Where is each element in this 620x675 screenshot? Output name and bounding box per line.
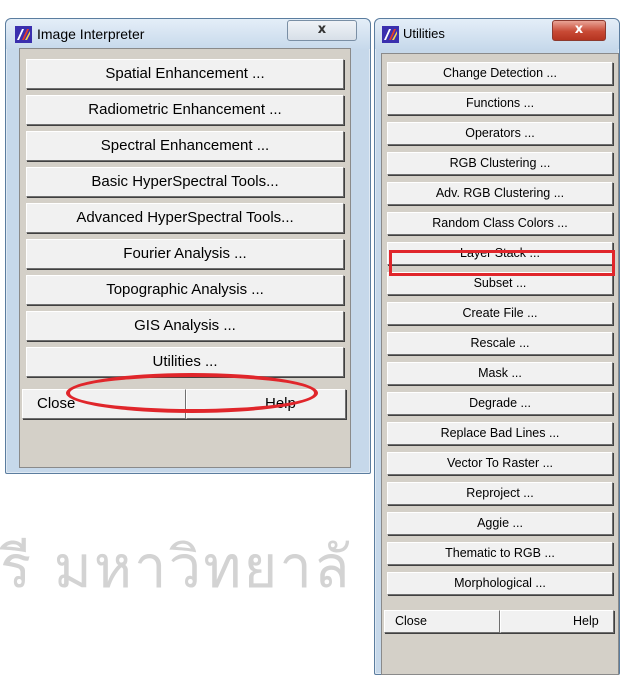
fourier-analysis-button[interactable]: Fourier Analysis ... [26, 239, 344, 269]
topographic-analysis-button[interactable]: Topographic Analysis ... [26, 275, 344, 305]
utilities-window: Utilities x Change Detection ... Functio… [374, 18, 620, 675]
utilities-titlebar[interactable]: Utilities x [375, 19, 619, 49]
radiometric-enhancement-button[interactable]: Radiometric Enhancement ... [26, 95, 344, 125]
replace-bad-lines-button[interactable]: Replace Bad Lines ... [387, 422, 613, 445]
spatial-enhancement-button[interactable]: Spatial Enhancement ... [26, 59, 344, 89]
aggie-button[interactable]: Aggie ... [387, 512, 613, 535]
subset-button[interactable]: Subset ... [387, 272, 613, 295]
create-file-button[interactable]: Create File ... [387, 302, 613, 325]
gis-analysis-button[interactable]: GIS Analysis ... [26, 311, 344, 341]
erdas-imagine-icon [382, 26, 399, 43]
image-interpreter-window: Image Interpreter x Spatial Enhancement … [5, 18, 371, 474]
morphological-button[interactable]: Morphological ... [387, 572, 613, 595]
advanced-hyperspectral-tools-button[interactable]: Advanced HyperSpectral Tools... [26, 203, 344, 233]
utilities-panel: Change Detection ... Functions ... Opera… [381, 53, 619, 675]
help-button-label: Help [573, 614, 599, 628]
help-button[interactable]: Help [186, 389, 346, 419]
help-button[interactable]: Help [500, 610, 614, 633]
random-class-colors-button[interactable]: Random Class Colors ... [387, 212, 613, 235]
erdas-imagine-icon [15, 26, 32, 43]
window-title: Utilities [403, 26, 445, 41]
degrade-button[interactable]: Degrade ... [387, 392, 613, 415]
close-button-label: Close [395, 614, 427, 628]
background-watermark-text: รี มหาวิทยาลั [0, 533, 352, 590]
utilities-button[interactable]: Utilities ... [26, 347, 344, 377]
close-window-button[interactable]: x [552, 20, 606, 41]
close-window-button[interactable]: x [287, 20, 357, 41]
close-button[interactable]: Close [384, 610, 500, 633]
help-button-label: Help [265, 395, 296, 412]
spectral-enhancement-button[interactable]: Spectral Enhancement ... [26, 131, 344, 161]
close-button[interactable]: Close [22, 389, 186, 419]
change-detection-button[interactable]: Change Detection ... [387, 62, 613, 85]
operators-button[interactable]: Operators ... [387, 122, 613, 145]
window-title: Image Interpreter [37, 26, 145, 42]
image-interpreter-panel: Spatial Enhancement ... Radiometric Enha… [19, 48, 351, 468]
layer-stack-button[interactable]: Layer Stack ... [387, 242, 613, 265]
thematic-to-rgb-button[interactable]: Thematic to RGB ... [387, 542, 613, 565]
rgb-clustering-button[interactable]: RGB Clustering ... [387, 152, 613, 175]
image-interpreter-titlebar[interactable]: Image Interpreter x [6, 19, 370, 49]
vector-to-raster-button[interactable]: Vector To Raster ... [387, 452, 613, 475]
functions-button[interactable]: Functions ... [387, 92, 613, 115]
close-button-label: Close [37, 395, 76, 412]
adv-rgb-clustering-button[interactable]: Adv. RGB Clustering ... [387, 182, 613, 205]
basic-hyperspectral-tools-button[interactable]: Basic HyperSpectral Tools... [26, 167, 344, 197]
mask-button[interactable]: Mask ... [387, 362, 613, 385]
reproject-button[interactable]: Reproject ... [387, 482, 613, 505]
rescale-button[interactable]: Rescale ... [387, 332, 613, 355]
